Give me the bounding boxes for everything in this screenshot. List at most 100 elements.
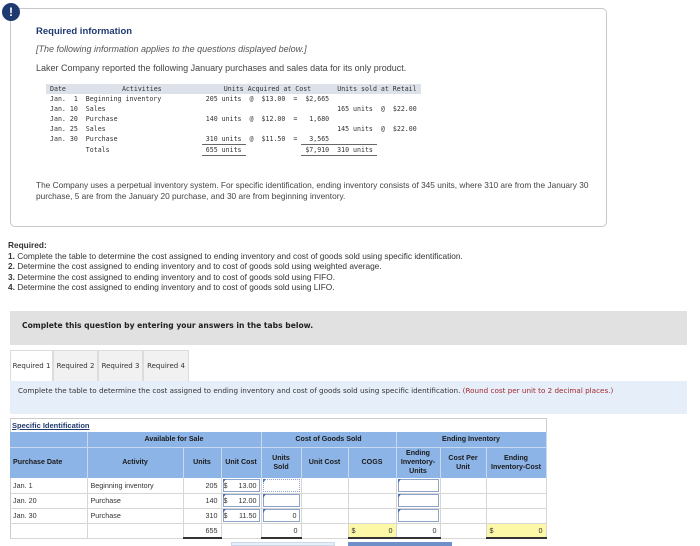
table-row: Jan. 25 Sales 145 units @ $22.00	[46, 124, 421, 134]
row-acq-cost: $13.00	[261, 95, 286, 103]
row-acq-eq	[289, 124, 301, 134]
totals-label: Totals	[85, 146, 110, 154]
header-date: Date	[46, 84, 82, 94]
next-tab-button[interactable]	[348, 542, 452, 546]
totals-sold-units: 310 units	[333, 144, 377, 156]
required-information-panel: Required information [The following info…	[10, 8, 607, 227]
required-item: 3. Determine the cost assigned to ending…	[8, 271, 335, 282]
row-acq-at: @	[249, 95, 254, 103]
header-units-sold: Units sold at Retail	[333, 84, 421, 94]
col-cost-per-unit: Cost Per Unit	[440, 447, 487, 478]
row-acq-at	[246, 124, 258, 134]
row-sold-price	[389, 134, 421, 145]
ending-inventory-units-input[interactable]	[397, 494, 439, 507]
row-activity: Purchase	[85, 115, 118, 123]
cogs-unit-cost-cell	[301, 478, 349, 494]
row-acq-eq: =	[293, 135, 298, 144]
row-activity: Sales	[85, 125, 106, 133]
row-purchase-date: Jan. 30	[10, 508, 88, 524]
cogs-cell	[348, 493, 397, 509]
row-activity: Purchase	[85, 135, 118, 144]
row-sold-units	[333, 94, 377, 104]
units-sold-input[interactable]	[262, 494, 300, 507]
unit-cost-input[interactable]: $12.00	[222, 494, 260, 507]
ending-inventory-units-input[interactable]	[397, 509, 439, 522]
row-acq-eq	[289, 104, 301, 114]
totals-acq-total: $7,910	[301, 144, 334, 156]
row-units: 140	[183, 493, 222, 509]
header-activities: Activities	[81, 84, 202, 94]
tab-required-1[interactable]: Required 1	[10, 350, 53, 381]
row-sold-at	[377, 134, 389, 145]
row-acq-eq: =	[293, 115, 298, 123]
row-acq-at: @	[249, 115, 254, 123]
row-purchase-date: Jan. 20	[10, 493, 88, 509]
row-activity: Purchase	[87, 493, 184, 509]
tab-bar: Required 1 Required 2 Required 3 Require…	[10, 350, 189, 381]
ending-inventory-cost-cell	[486, 508, 547, 524]
required-item: 4. Determine the cost assigned to ending…	[8, 282, 335, 292]
row-date: Jan. 1	[50, 95, 78, 103]
col-purchase-date: Purchase Date	[10, 447, 88, 478]
unit-cost-input[interactable]: $11.50	[222, 509, 260, 522]
prev-tab-button[interactable]	[231, 542, 335, 546]
tab-required-4[interactable]: Required 4	[143, 350, 189, 381]
row-acq-total: $2,665	[305, 95, 330, 103]
group-available-for-sale: Available for Sale	[87, 432, 262, 447]
tab-required-2[interactable]: Required 2	[53, 350, 98, 381]
specific-identification-table: Available for Sale Cost of Goods Sold En…	[10, 432, 547, 539]
row-activity: Purchase	[87, 508, 184, 524]
row-sold-price: $22.00	[392, 125, 417, 133]
cogs-unit-cost-cell	[301, 508, 349, 524]
table-row: Jan. 20 Purchase 140 $12.00	[10, 493, 547, 509]
unit-cost-input[interactable]: $13.00	[222, 478, 260, 492]
row-sold-at	[377, 94, 389, 104]
row-date: Jan. 30	[50, 135, 78, 144]
row-sold-units	[333, 114, 377, 124]
col-units: Units	[183, 447, 222, 478]
header-units-acquired: Units Acquired at Cost	[201, 84, 334, 94]
col-cogs-unit-cost: Unit Cost	[301, 447, 349, 478]
row-acq-cost	[258, 124, 290, 134]
col-ending-inventory-units: Ending Inventory-Units	[396, 447, 441, 478]
row-acq-cost: $11.50	[261, 135, 286, 144]
row-sold-units: 145 units	[337, 125, 373, 133]
row-acq-units	[202, 104, 246, 114]
cogs-cell	[348, 478, 397, 494]
row-acq-cost: $12.00	[261, 115, 286, 123]
cogs-cell	[348, 508, 397, 524]
table-row: Jan. 1 Beginning inventory 205 $13.00	[10, 478, 547, 494]
row-date: Jan. 20	[50, 115, 78, 123]
cogs-unit-cost-cell	[301, 493, 349, 509]
row-sold-price: $22.00	[392, 105, 417, 113]
info-note: The Company uses a perpetual inventory s…	[36, 180, 589, 201]
row-acq-units	[202, 124, 246, 134]
row-acq-at: @	[249, 135, 254, 144]
row-acq-total: 1,680	[309, 115, 330, 123]
cost-per-unit-cell	[440, 478, 487, 494]
units-sold-input[interactable]	[262, 478, 300, 492]
info-subtitle: [The following information applies to th…	[36, 44, 307, 54]
specific-identification-title: Specific Identification	[12, 421, 90, 430]
required-heading: Required:	[8, 240, 47, 250]
units-sold-input[interactable]: 0	[262, 509, 300, 522]
total-ending-inventory-units: 0	[396, 523, 441, 539]
row-acq-units: 140 units	[205, 115, 242, 123]
navigation-buttons	[0, 542, 700, 546]
col-ending-inventory-cost: Ending Inventory-Cost	[486, 447, 547, 478]
required-item: 2. Determine the cost assigned to ending…	[8, 261, 382, 271]
table-row: Jan. 10 Sales 165 units @ $22.00	[46, 104, 421, 114]
row-date: Jan. 25	[50, 125, 78, 133]
row-acq-eq: =	[293, 95, 298, 103]
tab-required-3[interactable]: Required 3	[98, 350, 143, 381]
group-cost-of-goods-sold: Cost of Goods Sold	[261, 432, 397, 447]
row-sold-units: 165 units	[337, 105, 373, 113]
ending-inventory-units-input[interactable]	[397, 478, 439, 492]
col-cogs: COGS	[348, 447, 397, 478]
table-row: Jan. 30 Purchase 310 $11.50 0	[10, 508, 547, 524]
row-acq-total	[301, 104, 333, 114]
total-units-sold: 0	[261, 523, 302, 539]
required-list: Required: 1. Complete the table to deter…	[8, 240, 463, 293]
rounding-hint: (Round cost per unit to 2 decimal places…	[462, 386, 614, 395]
row-sold-at	[377, 114, 389, 124]
